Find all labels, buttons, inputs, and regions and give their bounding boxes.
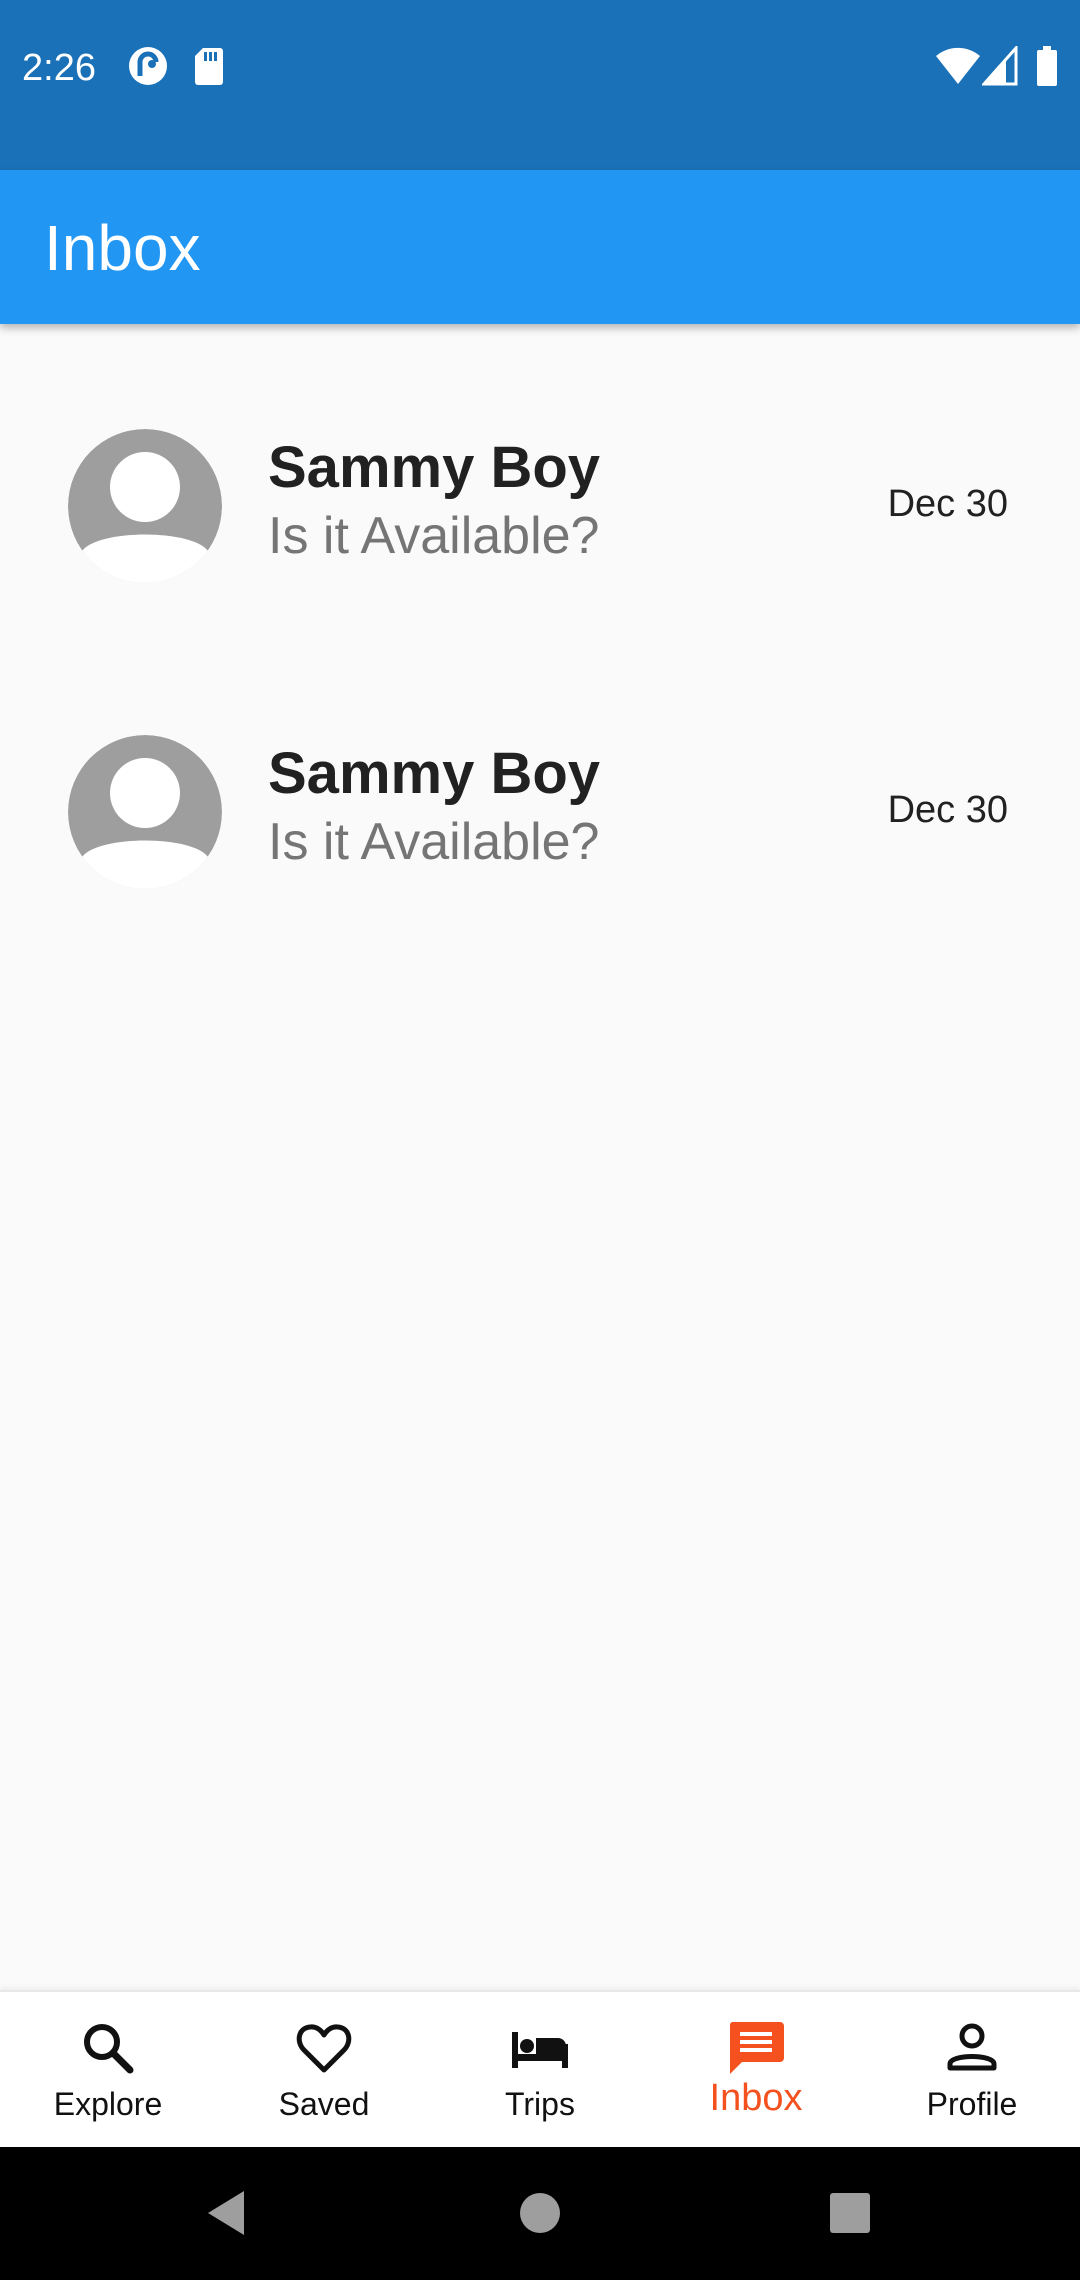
- recents-icon[interactable]: [820, 2183, 880, 2243]
- nav-item-trips[interactable]: Trips: [432, 1992, 648, 2149]
- message-icon: [726, 2018, 786, 2078]
- nav-label-profile: Profile: [926, 2086, 1018, 2122]
- nav-item-saved[interactable]: Saved: [216, 1992, 432, 2149]
- status-time: 2:26: [22, 47, 96, 89]
- default-avatar-icon: [68, 429, 222, 583]
- home-icon[interactable]: [510, 2183, 570, 2243]
- cell-signal-icon: [980, 44, 1018, 88]
- search-icon: [78, 2018, 138, 2078]
- nav-item-explore[interactable]: Explore: [0, 1992, 216, 2149]
- nav-item-profile[interactable]: Profile: [864, 1992, 1080, 2149]
- bed-icon: [510, 2018, 570, 2078]
- message-preview: Is it Available?: [268, 813, 600, 871]
- battery-icon: [1036, 46, 1058, 88]
- heart-icon: [294, 2018, 354, 2078]
- sender-name: Sammy Boy: [268, 435, 601, 500]
- message-item[interactable]: Sammy Boy Is it Available? Dec 30: [0, 630, 1080, 936]
- page-title: Inbox: [44, 212, 201, 284]
- sd-card-icon: [194, 46, 224, 88]
- pocket-casts-icon: [128, 46, 168, 88]
- status-bar: 2:26: [0, 0, 1080, 170]
- nav-item-inbox[interactable]: Inbox: [648, 1992, 864, 2149]
- sender-name: Sammy Boy: [268, 741, 601, 806]
- nav-label-explore: Explore: [53, 2086, 163, 2122]
- nav-label-saved: Saved: [278, 2086, 370, 2122]
- wifi-icon: [936, 46, 980, 88]
- nav-label-inbox: Inbox: [709, 2077, 803, 2119]
- person-icon: [942, 2018, 1002, 2078]
- bottom-navigation: Explore Saved Trips Inbox Profile: [0, 1990, 1080, 2149]
- message-date: Dec 30: [887, 483, 1008, 525]
- inbox-screen: 2:26 Inbox Sammy Boy Is it Available? De…: [0, 0, 1080, 2280]
- message-preview: Is it Available?: [268, 507, 600, 565]
- nav-label-trips: Trips: [505, 2086, 575, 2122]
- back-icon[interactable]: [196, 2183, 256, 2243]
- default-avatar-icon: [68, 735, 222, 889]
- message-date: Dec 30: [887, 789, 1008, 831]
- message-item[interactable]: Sammy Boy Is it Available? Dec 30: [0, 324, 1080, 630]
- app-bar: Inbox: [0, 170, 1080, 324]
- system-navigation-bar: [0, 2147, 1080, 2280]
